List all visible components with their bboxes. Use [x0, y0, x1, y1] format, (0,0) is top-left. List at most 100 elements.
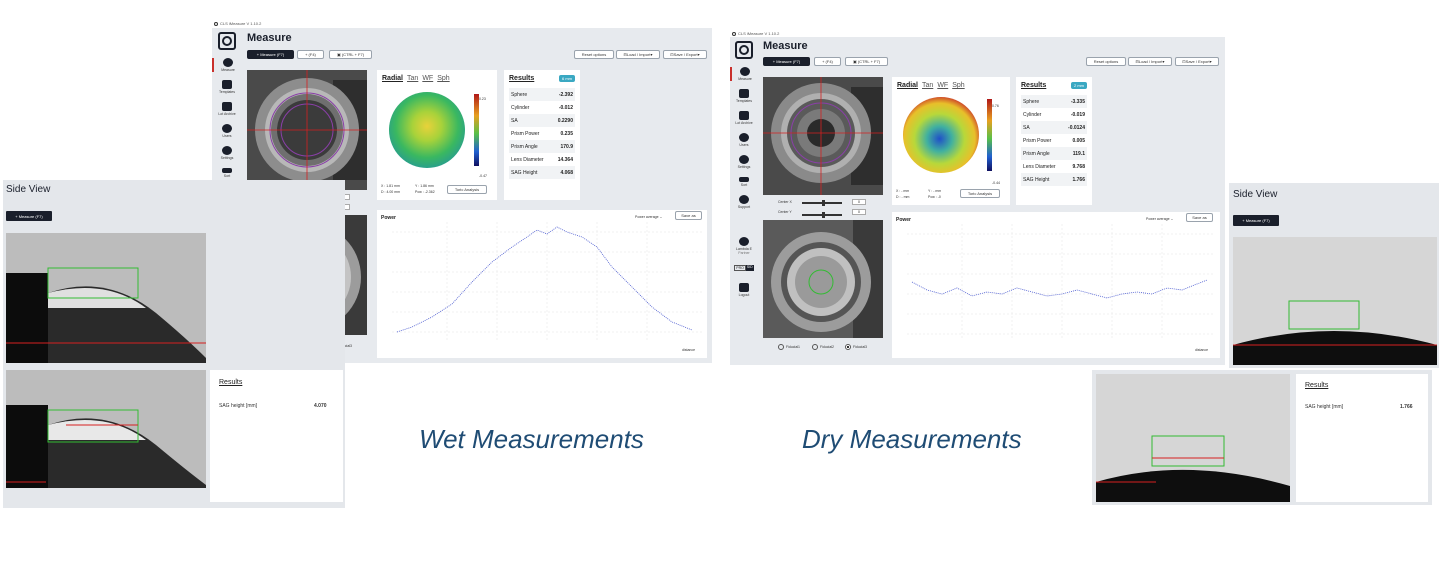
result-row: SAG Height 4.068 — [509, 166, 575, 179]
nav-lot-archive[interactable]: Lot Archive — [730, 111, 758, 125]
top-camera-view[interactable] — [247, 70, 367, 190]
save-as-button[interactable]: Save as — [1186, 213, 1213, 222]
result-row: Cylinder -0.019 — [1023, 111, 1085, 118]
side-measure-button[interactable]: + Measure (F7) — [6, 211, 52, 221]
dry-side-results-card — [1296, 374, 1428, 502]
wet-profile-graph[interactable]: Power Power average ⌄ Save as distance — [377, 210, 707, 358]
f4-button[interactable]: + (F4) — [297, 50, 324, 59]
dry-profile-plot — [907, 224, 1213, 340]
ctrl-f7-button[interactable]: ▣ (CTRL + F7) — [329, 50, 372, 59]
coord-y: Y : - mm — [928, 189, 942, 193]
toric-analysis-button[interactable]: Toric Analysis — [960, 189, 1000, 198]
coord-pow: Pow : -0 — [928, 195, 941, 199]
nav-measure[interactable]: Measure — [212, 58, 242, 72]
page-title: Measure — [763, 40, 808, 52]
measure-button[interactable]: + Measure (F7) — [763, 57, 810, 66]
dry-sidebar: Measure Templates Lot Archive Users Sett… — [730, 37, 758, 365]
fiducial2-radio[interactable]: Fiducial2 — [812, 344, 834, 350]
wet-profile-plot — [392, 222, 702, 340]
dry-side-image-result — [1096, 374, 1290, 502]
crosshair-icon — [223, 58, 233, 67]
tab-tan[interactable]: Tan — [922, 82, 933, 89]
save-as-button[interactable]: Save as — [675, 211, 702, 220]
wet-power-map[interactable] — [382, 86, 492, 174]
dry-results-card: Results 2 mm Sphere -3.335 Cylinder -0.019 … — [1016, 77, 1092, 205]
tab-sph[interactable]: Sph — [952, 82, 964, 89]
bottom-camera-view[interactable] — [763, 220, 883, 338]
side-results-title: Results — [1305, 382, 1329, 389]
zone-badge: 2 mm — [1071, 82, 1087, 89]
nav-settings[interactable]: Settings — [730, 155, 758, 169]
nav-support[interactable]: Support — [730, 195, 758, 209]
fiducial3-radio[interactable]: Fiducial3 — [845, 344, 867, 350]
graph-x-label: distance — [682, 348, 696, 352]
nav-templates[interactable]: Templates — [730, 89, 758, 103]
top-camera-view[interactable] — [763, 77, 883, 195]
save-export-button[interactable]: ⊡ Save / Export ▾ — [1175, 57, 1219, 66]
users-icon — [739, 133, 749, 142]
help-icon — [739, 195, 749, 204]
document-icon — [739, 89, 749, 98]
coord-y: Y : 1.86 mm — [415, 184, 434, 188]
coord-d: D : - mm — [896, 195, 910, 199]
nav-lot-archive[interactable]: Lot Archive — [212, 102, 242, 116]
result-row: Prism Power 0.235 — [511, 130, 573, 137]
measure-button[interactable]: + Measure (F7) — [247, 50, 294, 59]
scale-max: 0.23 — [479, 97, 486, 101]
coord-x: X : - mm — [896, 189, 910, 193]
dry-power-map[interactable] — [897, 93, 1005, 179]
sag-height-value: 1.766 — [1400, 404, 1413, 410]
power-average-select[interactable]: Power average ⌄ — [635, 215, 662, 219]
dry-profile-graph[interactable]: Power Power average ⌄ Save as distance — [892, 212, 1220, 358]
nav-sort[interactable]: Sort — [730, 177, 758, 187]
tab-tan[interactable]: Tan — [407, 75, 418, 82]
toric-analysis-button[interactable]: Toric Analysis — [447, 185, 487, 194]
chevron-down-icon: ▾ — [650, 52, 653, 57]
tab-sph[interactable]: Sph — [437, 75, 449, 82]
nav-users[interactable]: Users — [212, 124, 242, 138]
result-row: Sphere -2.392 — [509, 88, 575, 101]
center-x-slider[interactable] — [802, 200, 842, 206]
nav-users[interactable]: Users — [730, 133, 758, 147]
result-row: Cylinder -0.012 — [511, 104, 573, 111]
reset-options-button[interactable]: Reset options — [1086, 57, 1126, 66]
sort-icon — [222, 168, 232, 173]
dry-caption: Dry Measurements — [802, 424, 1022, 454]
f4-button[interactable]: + (F4) — [814, 57, 841, 66]
result-row: Prism Angle 170.9 — [509, 140, 575, 153]
center-y-slider[interactable] — [802, 212, 842, 218]
wet-side-image-result — [6, 370, 206, 488]
user-profile[interactable]: Lambda EPartner — [730, 237, 758, 255]
load-import-button[interactable]: ⊟ Load / Import ▾ — [1128, 57, 1172, 66]
wet-caption: Wet Measurements — [419, 424, 644, 454]
center-x-input[interactable]: 0 — [852, 199, 866, 205]
save-export-button[interactable]: ⊡ Save / Export ▾ — [663, 50, 707, 59]
user-icon — [739, 237, 749, 246]
result-row: Lens Diameter 9.768 — [1023, 163, 1085, 170]
load-import-button[interactable]: ⊟ Load / Import ▾ — [616, 50, 660, 59]
nav-settings[interactable]: Settings — [212, 146, 242, 160]
fiducial1-radio[interactable]: Fiducial1 — [778, 344, 800, 350]
center-y-input[interactable]: 0 — [852, 209, 866, 215]
map-tabs: Radial Tan WF Sph — [897, 82, 1005, 89]
tab-radial[interactable]: Radial — [897, 82, 918, 89]
power-average-select[interactable]: Power average ⌄ — [1146, 217, 1173, 221]
tab-radial[interactable]: Radial — [382, 75, 403, 82]
results-title: Results — [1021, 82, 1047, 89]
tab-wf[interactable]: WF — [422, 75, 433, 82]
tab-wf[interactable]: WF — [937, 82, 948, 89]
lens-top-image — [763, 77, 883, 195]
nav-measure[interactable]: Measure — [730, 67, 758, 81]
side-measure-button[interactable]: + Measure (F7) — [1233, 215, 1279, 226]
reset-options-button[interactable]: Reset options — [574, 50, 614, 59]
dry-window: CLS iMeasure V 1.10.2 Measure Templates … — [730, 30, 1225, 365]
ctrl-f7-button[interactable]: ▣ (CTRL + F7) — [845, 57, 888, 66]
wet-side-results-card — [210, 370, 343, 502]
nav-sort[interactable]: Sort — [212, 168, 242, 178]
page-title: Measure — [247, 32, 292, 44]
mode-toggle[interactable]: PRO SID — [734, 265, 754, 271]
chevron-down-icon: ▾ — [1209, 59, 1212, 64]
scale-min: -0.44 — [992, 181, 1000, 185]
nav-logout[interactable]: Logout — [730, 283, 758, 297]
nav-templates[interactable]: Templates — [212, 80, 242, 94]
